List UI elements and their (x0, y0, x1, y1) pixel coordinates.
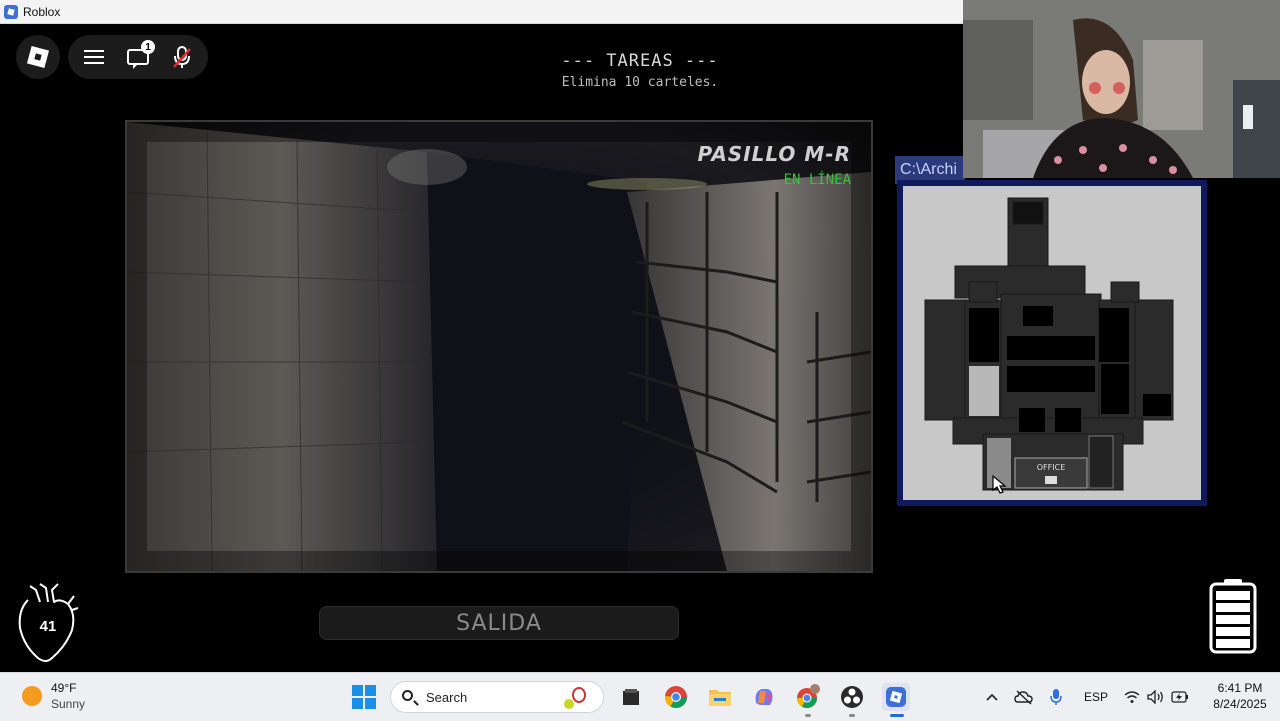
tasks-title: --- TAREAS --- (561, 51, 719, 71)
battery-cell (1216, 615, 1250, 624)
microphone-muted-icon (173, 46, 191, 68)
roblox-taskbar-icon[interactable] (882, 683, 910, 711)
camera-status: EN LÍNEA (783, 172, 851, 188)
facility-map[interactable]: OFFICE (903, 186, 1201, 500)
battery-cell (1216, 603, 1250, 612)
obs-running-indicator (849, 714, 855, 717)
camera-scene (127, 122, 871, 571)
weather-temperature[interactable]: 49°F (51, 681, 76, 695)
weather-condition[interactable]: Sunny (51, 697, 85, 711)
onedrive-offline-icon[interactable] (1011, 683, 1037, 711)
battery-charging-icon[interactable] (1167, 683, 1193, 711)
roblox-menu-button[interactable] (16, 35, 60, 79)
microphone-tray-icon[interactable] (1043, 683, 1069, 711)
map-panel: OFFICE (897, 180, 1207, 506)
chrome-profile-icon[interactable] (794, 683, 822, 711)
tennis-racket-icon (564, 687, 586, 709)
exit-button[interactable]: SALIDA (319, 606, 679, 640)
camera-feed: PASILLO M-R EN LÍNEA (125, 120, 873, 573)
taskbar-search[interactable]: Search (390, 681, 604, 713)
file-explorer-icon[interactable] (706, 683, 734, 711)
clock-date[interactable]: 8/24/2025 (1200, 697, 1280, 711)
battery-cell (1216, 639, 1250, 648)
roblox-app-icon (4, 4, 18, 19)
battery-cell (1216, 627, 1250, 636)
search-icon (402, 690, 413, 701)
battery-icon (1209, 579, 1257, 654)
windows-taskbar: 49°F Sunny Search ESP 6:41 PM 8/24/2025 (0, 672, 1280, 721)
tasks-description: Elimina 10 carteles. (561, 75, 719, 90)
wifi-icon[interactable] (1119, 683, 1145, 711)
clock-time[interactable]: 6:41 PM (1205, 681, 1275, 695)
roblox-toolbar: 1 (68, 35, 208, 79)
obs-icon[interactable] (838, 683, 866, 711)
camera-name: PASILLO M-R (697, 142, 851, 166)
chevron-up-icon[interactable] (979, 683, 1005, 711)
volume-icon[interactable] (1143, 683, 1169, 711)
roblox-logo-icon (26, 45, 50, 69)
window-titlebar: Roblox (0, 0, 963, 24)
hamburger-icon (84, 50, 104, 64)
webcam-overlay (963, 0, 1280, 178)
hamburger-menu-button[interactable] (72, 35, 116, 79)
copilot-icon[interactable] (750, 683, 778, 711)
battery-cell (1216, 591, 1250, 600)
file-explorer-dark-icon[interactable] (617, 683, 645, 711)
search-placeholder: Search (426, 690, 468, 705)
chat-button[interactable]: 1 (116, 35, 160, 79)
roblox-active-indicator (890, 714, 904, 717)
heart-rate-value: 41 (39, 618, 57, 635)
map-rooms: OFFICE (924, 197, 1174, 494)
window-title: Roblox (23, 4, 61, 19)
office-label: OFFICE (1037, 463, 1066, 472)
microphone-button[interactable] (160, 35, 204, 79)
chrome-running-indicator (805, 714, 811, 717)
webcam-person-image (963, 0, 1280, 178)
chat-notification-badge: 1 (141, 40, 155, 54)
weather-sun-icon[interactable] (22, 686, 42, 706)
language-indicator[interactable]: ESP (1084, 690, 1108, 704)
windows-start-icon[interactable] (352, 685, 376, 709)
chrome-icon[interactable] (662, 683, 690, 711)
